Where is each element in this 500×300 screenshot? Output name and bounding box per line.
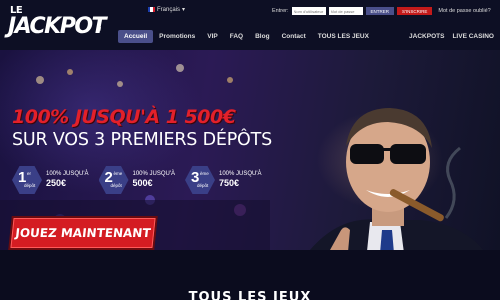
nav-right-group: JACKPOTS LIVE CASINO <box>409 30 500 43</box>
language-selector[interactable]: Français ▾ <box>148 6 185 13</box>
deposit-bonus-3: 3 ème dépôt 100% JUSQU'À 750€ <box>185 166 262 194</box>
password-input[interactable] <box>328 7 363 15</box>
hexagon-badge-icon: 1 er dépôt <box>12 166 42 194</box>
deposit-amount: 500€ <box>132 178 153 189</box>
deposit-label: dépôt <box>24 183 36 188</box>
deposit-label: dépôt <box>197 183 209 188</box>
login-form: Entrer: ENTRER S'INSCRIRE Mot de passe o… <box>272 7 491 15</box>
games-section: TOUS LES JEUX <box>0 250 500 300</box>
nav-item-jackpots[interactable]: JACKPOTS <box>409 30 444 43</box>
logo-suffix: .com <box>96 20 102 31</box>
nav-item-contact[interactable]: Contact <box>276 30 312 43</box>
nav-item-vip[interactable]: VIP <box>201 30 223 43</box>
nav-item-faq[interactable]: FAQ <box>224 30 249 43</box>
login-button[interactable]: ENTRER <box>365 7 395 15</box>
jackpot-logo[interactable]: LE JACKPOT .com <box>8 4 108 46</box>
hexagon-badge-icon: 3 ème dépôt <box>185 166 215 194</box>
nav-item-promotions[interactable]: Promotions <box>153 30 201 43</box>
login-label: Entrer: <box>272 8 289 14</box>
deposit-bonus-1: 1 er dépôt 100% JUSQU'À 250€ <box>12 166 89 194</box>
logo-wordmark: JACKPOT <box>8 14 107 39</box>
deposit-label: dépôt <box>110 183 122 188</box>
deposit-amount: 750€ <box>219 178 240 189</box>
nav-item-all-games[interactable]: TOUS LES JEUX <box>312 30 375 43</box>
deposit-suffix: ème <box>113 171 123 176</box>
deposit-bonus-text: 100% JUSQU'À 250€ <box>46 171 89 189</box>
nav-item-live-casino[interactable]: LIVE CASINO <box>452 30 494 43</box>
site-header: LE JACKPOT .com Français ▾ Entrer: ENTRE… <box>0 0 500 50</box>
deposit-percent: 100% JUSQU'À <box>132 171 176 177</box>
deposit-suffix: ème <box>200 171 209 176</box>
chevron-down-icon: ▾ <box>182 7 186 13</box>
username-input[interactable] <box>291 7 326 15</box>
deposit-bonus-text: 100% JUSQU'À 750€ <box>219 171 262 189</box>
hexagon-badge-icon: 2 ème dépôt <box>98 166 129 194</box>
deposit-percent: 100% JUSQU'À <box>219 171 262 177</box>
deposit-bonus-list: 1 er dépôt 100% JUSQU'À 250€ 2 ème dépôt… <box>12 166 262 194</box>
language-label: Français <box>157 6 181 13</box>
play-now-button[interactable]: JOUEZ MAINTENANT <box>10 218 156 248</box>
deposit-suffix: er <box>27 171 32 176</box>
french-flag-icon <box>148 7 155 12</box>
deposit-bonus-2: 2 ème dépôt 100% JUSQU'À 500€ <box>98 166 176 194</box>
nav-item-blog[interactable]: Blog <box>249 30 275 43</box>
deposit-percent: 100% JUSQU'À <box>46 171 89 177</box>
deposit-bonus-text: 100% JUSQU'À 500€ <box>133 171 176 189</box>
register-button[interactable]: S'INSCRIRE <box>397 7 433 15</box>
section-title: TOUS LES JEUX <box>188 290 312 300</box>
deposit-amount: 250€ <box>46 178 67 189</box>
man-with-cigar-image <box>310 108 484 250</box>
main-nav: Accueil Promotions VIP FAQ Blog Contact … <box>118 30 500 43</box>
bonus-headline: 100% JUSQU'À 1 500€ <box>12 106 236 128</box>
bonus-subheadline: SUR VOS 3 PREMIERS DÉPÔTS <box>12 130 273 150</box>
nav-item-accueil[interactable]: Accueil <box>118 30 154 43</box>
forgot-password-link[interactable]: Mot de passe oublié? <box>438 8 490 14</box>
